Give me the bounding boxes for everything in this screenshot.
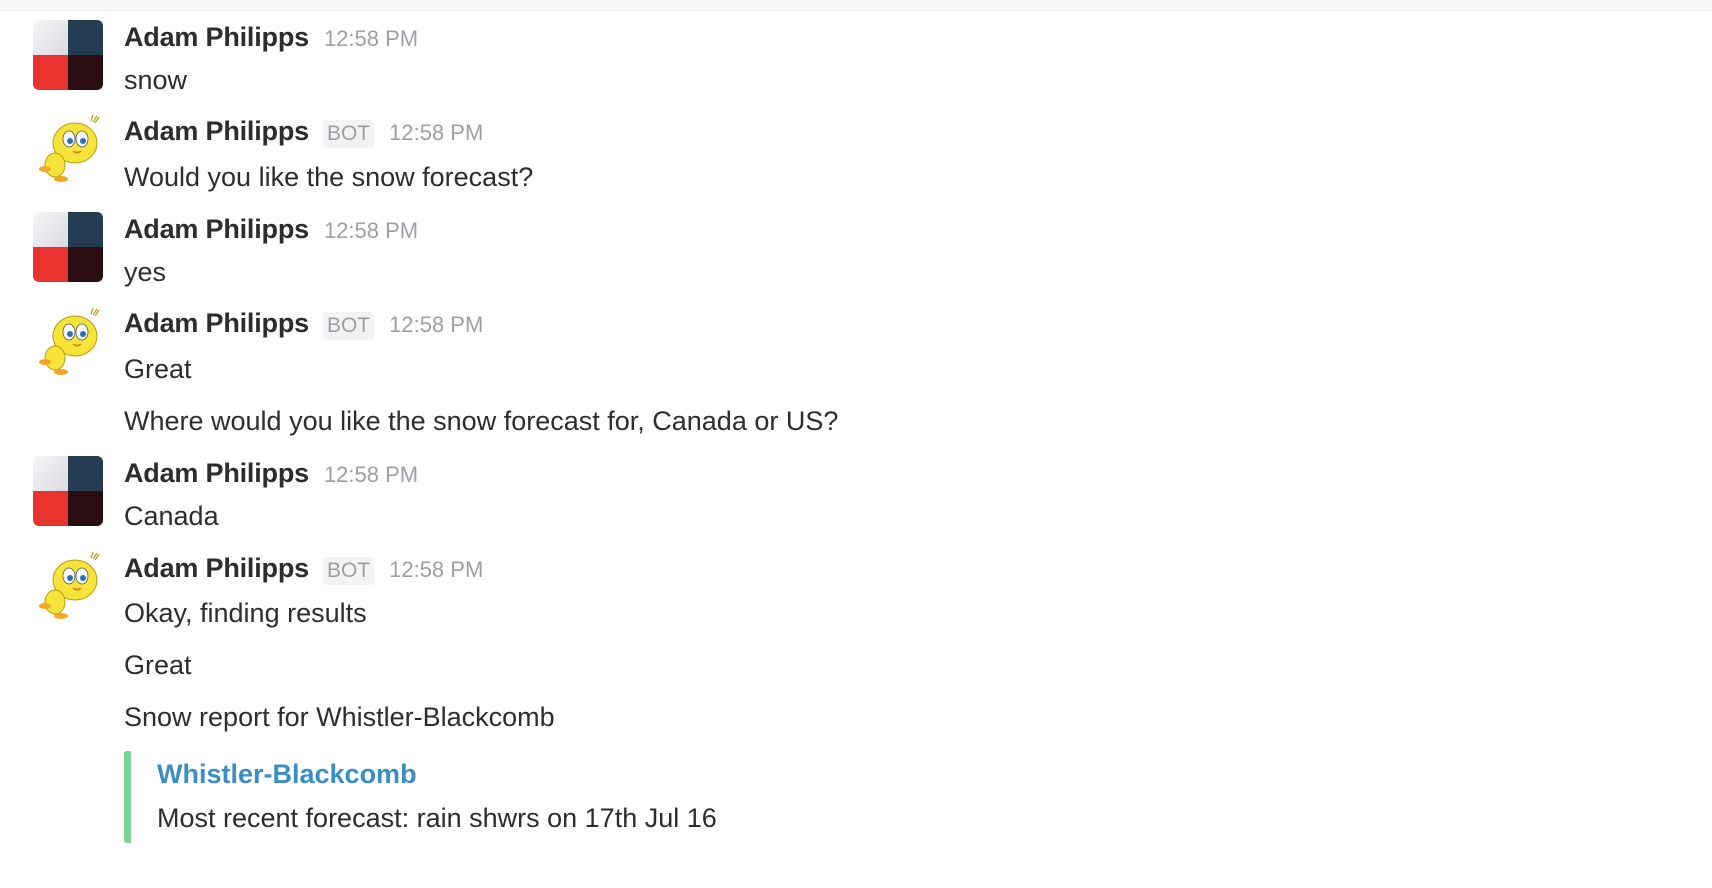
author-name[interactable]: Adam Philipps	[124, 553, 309, 584]
bot-badge: BOT	[322, 557, 375, 585]
user-avatar-icon[interactable]	[33, 212, 103, 282]
message-header: Adam Philipps BOT 12:58 PM	[124, 116, 483, 150]
message-header: Adam Philipps 12:58 PM	[124, 214, 418, 248]
message-header: Adam Philipps 12:58 PM	[124, 22, 418, 56]
message-text: Great	[124, 354, 192, 384]
message-text: Where would you like the snow forecast f…	[124, 406, 839, 436]
message-text: yes	[124, 257, 167, 287]
tweety-bird-icon[interactable]	[33, 113, 103, 183]
top-bar	[0, 0, 1712, 11]
author-name[interactable]: Adam Philipps	[124, 458, 309, 489]
user-avatar-icon[interactable]	[33, 456, 103, 526]
timestamp[interactable]: 12:58 PM	[324, 26, 418, 52]
bot-badge: BOT	[322, 120, 375, 148]
author-name[interactable]: Adam Philipps	[124, 214, 309, 245]
message-text: Would you like the snow forecast?	[124, 162, 534, 192]
tweety-bird-icon[interactable]	[33, 550, 103, 620]
message-header: Adam Philipps BOT 12:58 PM	[124, 308, 483, 342]
user-avatar-icon[interactable]	[33, 20, 103, 90]
message-text: Canada	[124, 501, 219, 531]
tweety-bird-icon[interactable]	[33, 306, 103, 376]
timestamp[interactable]: 12:58 PM	[324, 218, 418, 244]
author-name[interactable]: Adam Philipps	[124, 308, 309, 339]
message-text: Great	[124, 650, 192, 680]
message-header: Adam Philipps BOT 12:58 PM	[124, 553, 483, 587]
message-text: Snow report for Whistler-Blackcomb	[124, 702, 555, 732]
author-name[interactable]: Adam Philipps	[124, 22, 309, 53]
message-header: Adam Philipps 12:58 PM	[124, 458, 418, 492]
bot-badge: BOT	[322, 312, 375, 340]
author-name[interactable]: Adam Philipps	[124, 116, 309, 147]
attachment-text: Most recent forecast: rain shwrs on 17th…	[157, 803, 717, 833]
message-text: Okay, finding results	[124, 598, 367, 628]
timestamp[interactable]: 12:58 PM	[389, 312, 483, 338]
timestamp[interactable]: 12:58 PM	[389, 120, 483, 146]
message-text: snow	[124, 65, 188, 95]
attachment-title-link[interactable]: Whistler-Blackcomb	[157, 757, 417, 791]
timestamp[interactable]: 12:58 PM	[324, 462, 418, 488]
timestamp[interactable]: 12:58 PM	[389, 557, 483, 583]
